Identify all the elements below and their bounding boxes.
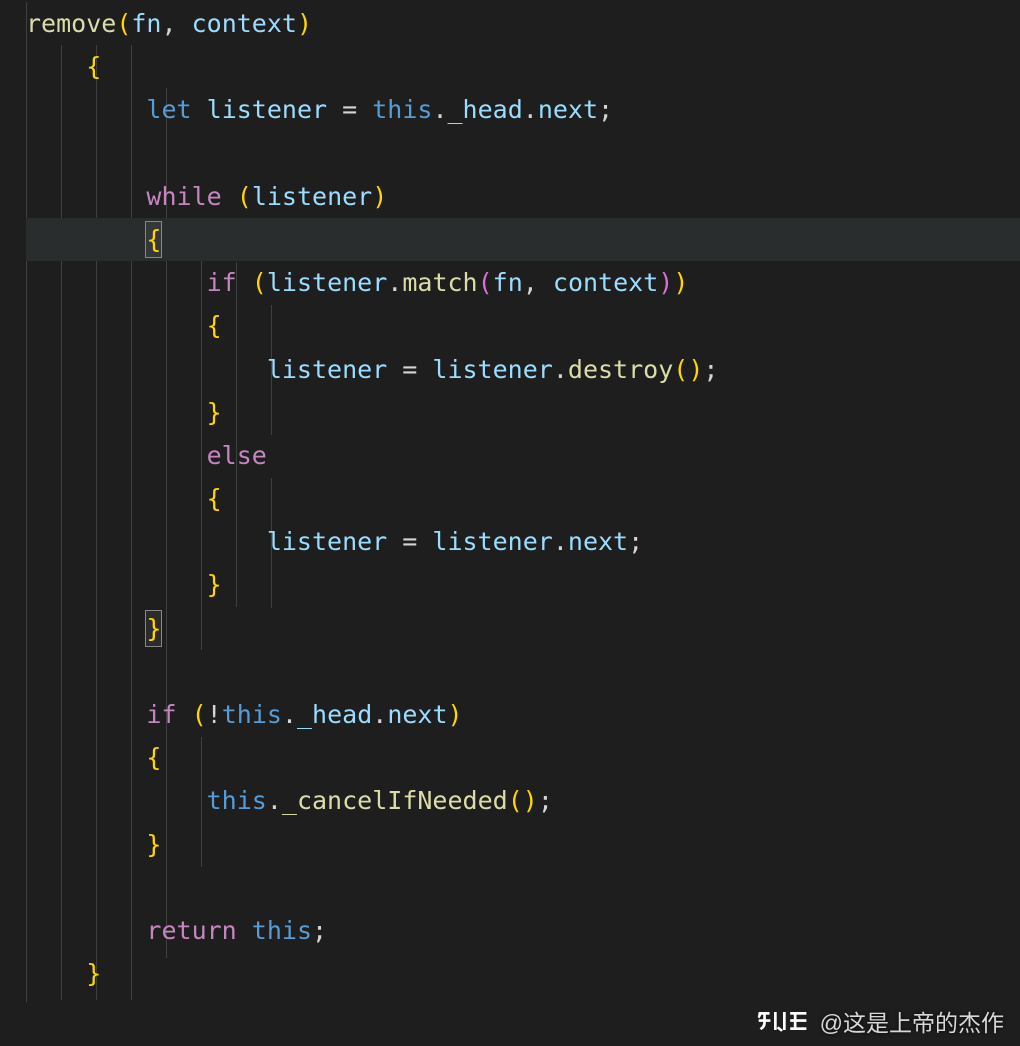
bracket-match-open: { [146, 218, 161, 261]
code-line[interactable]: } [26, 391, 1020, 434]
code-line[interactable]: } [26, 952, 1020, 995]
watermark-text: @这是上帝的杰作 [820, 1004, 1004, 1038]
watermark: @这是上帝的杰作 [756, 1004, 1004, 1038]
code-line[interactable] [26, 650, 1020, 693]
code-line[interactable]: let listener = this._head.next; [26, 88, 1020, 131]
code-line[interactable]: } [26, 563, 1020, 606]
code-line[interactable]: if (listener.match(fn, context)) [26, 261, 1020, 304]
code-line[interactable]: this._cancelIfNeeded(); [26, 779, 1020, 822]
code-lines: remove(fn, context) { let listener = thi… [0, 0, 1020, 995]
code-line[interactable]: } [26, 607, 1020, 650]
code-line[interactable]: { [26, 45, 1020, 88]
zhihu-logo-icon [756, 1008, 810, 1034]
code-line[interactable]: { [26, 304, 1020, 347]
code-editor[interactable]: remove(fn, context) { let listener = thi… [0, 0, 1020, 1046]
code-line[interactable]: listener = listener.next; [26, 520, 1020, 563]
code-line[interactable]: return this; [26, 909, 1020, 952]
code-line[interactable]: listener = listener.destroy(); [26, 348, 1020, 391]
code-line[interactable]: { [26, 218, 1020, 261]
code-line[interactable]: { [26, 477, 1020, 520]
code-line[interactable] [26, 866, 1020, 909]
code-line[interactable] [26, 132, 1020, 175]
code-line[interactable]: while (listener) [26, 175, 1020, 218]
code-line[interactable]: else [26, 434, 1020, 477]
code-line[interactable]: remove(fn, context) [26, 2, 1020, 45]
code-line[interactable]: } [26, 823, 1020, 866]
code-line[interactable]: { [26, 736, 1020, 779]
bracket-match-close: } [146, 607, 161, 650]
code-line[interactable]: if (!this._head.next) [26, 693, 1020, 736]
